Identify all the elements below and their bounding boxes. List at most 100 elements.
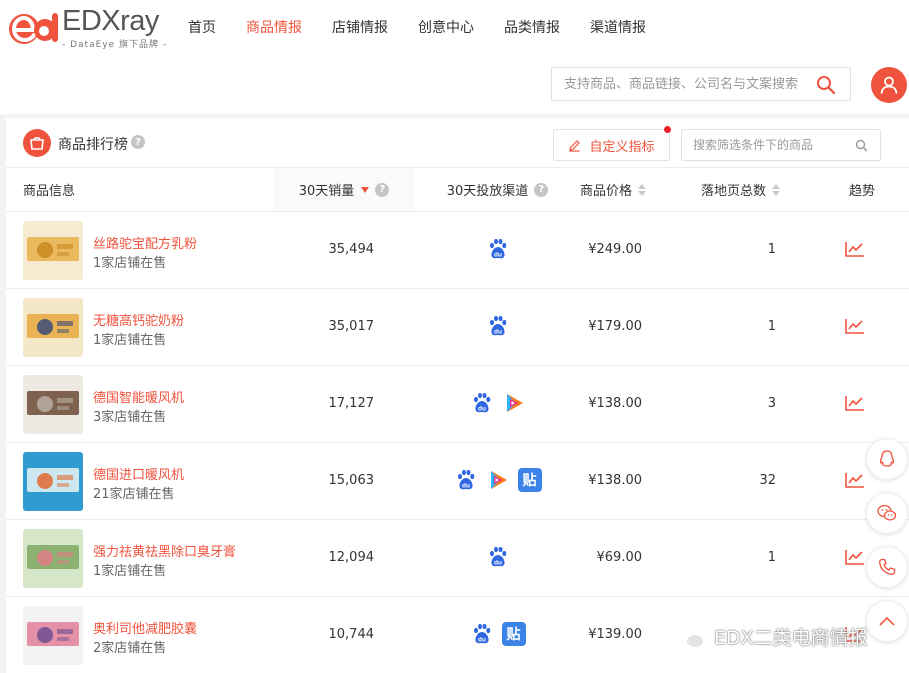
wechat-icon [877,504,897,521]
table-row[interactable]: 丝路驼宝配方乳粉 1家店铺在售 35,494 du ¥249.00 1 [6,212,909,289]
chevron-up-icon [879,616,895,626]
trend-chart-icon[interactable] [844,240,866,258]
tencent-video-icon [506,394,523,412]
column-label: 趋势 [849,184,876,199]
column-trend: 趋势 [849,168,875,211]
product-thumbnail[interactable] [23,606,83,665]
product-price: ¥69.00 [596,550,643,565]
product-name[interactable]: 无糖高钙驼奶粉 [93,310,184,329]
wechat-contact-button[interactable] [866,492,908,534]
baidu-icon: du [489,238,506,259]
table-row[interactable]: 德国智能暖风机 3家店铺在售 17,127 du ¥138.00 3 [6,366,909,443]
wechat-watermark-icon [674,624,705,649]
global-search [551,67,851,101]
product-name[interactable]: 德国进口暖风机 [93,464,184,483]
filter-search-input[interactable] [682,130,850,160]
sales-30d: 12,094 [328,550,375,565]
back-to-top-button[interactable] [866,600,908,642]
channel-baidu: du [469,390,495,416]
column-price[interactable]: 商品价格 [580,168,647,211]
nav-creative-center[interactable]: 创意中心 [418,17,474,37]
search-icon[interactable] [816,75,836,95]
table-row[interactable]: 强力祛黄祛黑除口臭牙膏 1家店铺在售 12,094 du ¥69.00 1 [6,520,909,597]
sort-icon [638,183,647,196]
search-icon[interactable] [855,139,868,152]
nav-category-intel[interactable]: 品类情报 [504,17,560,37]
phone-contact-button[interactable] [866,546,908,588]
baidu-icon: du [473,623,490,644]
qq-icon [879,450,895,467]
channel-tieba: 贴 [517,467,543,493]
product-price: ¥249.00 [588,242,642,257]
store-count: 3家店铺在售 [93,410,167,425]
trend-chart-icon[interactable] [844,471,866,489]
nav-store-intel[interactable]: 店铺情报 [332,17,388,37]
trend-chart-icon[interactable] [844,548,866,566]
product-price: ¥138.00 [588,473,642,488]
sales-30d: 35,017 [328,319,375,334]
column-label: 商品价格 [580,184,633,199]
sales-30d: 17,127 [328,396,375,411]
channel-baidu: du [469,621,495,647]
logo[interactable]: EDXray - DataEye 旗下品牌 - [6,4,167,50]
product-price: ¥138.00 [588,396,642,411]
help-icon[interactable]: ? [375,182,390,197]
nav-home[interactable]: 首页 [188,17,216,37]
nav-product-intel[interactable]: 商品情报 [246,17,302,37]
product-thumbnail[interactable] [23,221,83,280]
trend-chart-icon[interactable] [844,394,866,412]
product-name[interactable]: 丝路驼宝配方乳粉 [93,233,197,252]
product-name[interactable]: 强力祛黄祛黑除口臭牙膏 [93,541,236,560]
watermark: EDX二类电商情报 [672,623,868,650]
store-count: 1家店铺在售 [93,333,167,348]
top-header: EDXray - DataEye 旗下品牌 - 首页 商品情报 店铺情报 创意中… [0,0,909,114]
column-label: 落地页总数 [701,184,767,199]
product-thumbnail[interactable] [23,375,83,434]
sales-30d: 10,744 [328,627,375,642]
custom-metric-label: 自定义指标 [589,139,655,155]
channel-baidu: du [485,313,511,339]
table-row[interactable]: 德国进口暖风机 21家店铺在售 15,063 du 贴 ¥138.00 32 [6,443,909,520]
sales-30d: 15,063 [328,473,375,488]
column-sales[interactable]: 30天销量 ? [274,168,414,211]
sales-30d: 35,494 [328,242,375,257]
product-ranking-panel: 商品排行榜 ? 自定义指标 商品信息 30天销量 ? [6,118,909,673]
help-icon[interactable]: ? [534,182,549,197]
channel-list: du [414,544,581,570]
filter-search [681,129,881,161]
product-name[interactable]: 德国智能暖风机 [93,387,184,406]
column-landing-pages[interactable]: 落地页总数 [701,168,781,211]
channel-list: du [414,390,581,416]
channel-tencent-video [501,390,527,416]
product-price: ¥139.00 [588,627,642,642]
tieba-icon: 贴 [501,622,526,646]
user-icon [880,76,898,94]
global-search-input[interactable] [552,68,807,100]
table-row[interactable]: 无糖高钙驼奶粉 1家店铺在售 35,017 du ¥179.00 1 [6,289,909,366]
column-product: 商品信息 [23,168,75,211]
column-channels: 30天投放渠道 ? [414,168,581,211]
baidu-icon: du [473,392,490,413]
user-avatar[interactable] [871,67,907,103]
phone-icon [879,558,896,575]
product-thumbnail[interactable] [23,529,83,588]
table-header: 商品信息 30天销量 ? 30天投放渠道 ? 商品价格 落地页总数 趋势 [6,168,909,212]
logo-text: EDXray [62,4,159,37]
baidu-icon: du [489,546,506,567]
qq-contact-button[interactable] [866,438,908,480]
nav-channel-intel[interactable]: 渠道情报 [590,17,646,37]
tieba-icon: 贴 [517,468,542,492]
panel-header: 商品排行榜 ? 自定义指标 [6,118,909,168]
custom-metric-button[interactable]: 自定义指标 [553,126,671,161]
help-icon[interactable]: ? [131,135,145,149]
svg-text:du: du [478,637,486,644]
tieba-glyph: 贴 [506,627,521,643]
trend-chart-icon[interactable] [844,317,866,335]
product-thumbnail[interactable] [23,298,83,357]
notification-dot [664,126,671,133]
store-count: 2家店铺在售 [93,641,167,656]
product-thumbnail[interactable] [23,452,83,511]
product-name[interactable]: 奥利司他减肥胶囊 [93,618,197,637]
svg-text:du: du [494,329,502,336]
baidu-icon: du [457,469,474,490]
